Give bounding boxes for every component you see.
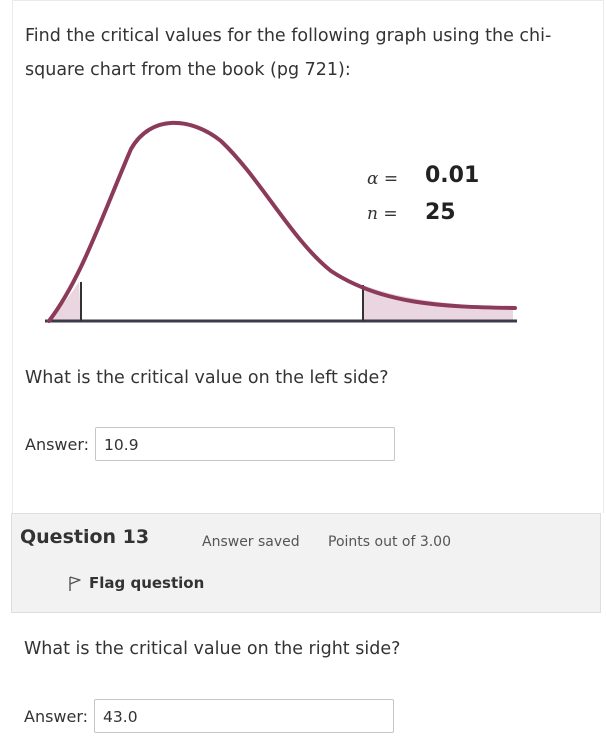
quiz-page: Find the critical values for the followi… bbox=[0, 0, 606, 756]
alpha-symbol: α = bbox=[367, 169, 398, 189]
question-prompt: Find the critical values for the followi… bbox=[25, 26, 552, 80]
question-13-info: Question 13 Answer saved Points out of 3… bbox=[11, 513, 601, 613]
answer-row-right: Answer: 43.0 bbox=[24, 697, 395, 735]
answer-input-left[interactable]: 10.9 bbox=[95, 427, 396, 461]
flag-question-label: Flag question bbox=[89, 574, 205, 592]
answer-input-right[interactable]: 43.0 bbox=[94, 699, 395, 733]
chi-square-graph: α = 0.01 n = 25 bbox=[45, 120, 517, 323]
n-symbol: n = bbox=[367, 204, 398, 224]
flag-icon bbox=[69, 576, 81, 591]
question-13-content: What is the critical value on the right … bbox=[12, 614, 602, 756]
question-number: Question 13 bbox=[20, 526, 150, 548]
alpha-value: 0.01 bbox=[425, 163, 479, 188]
answer-state: Answer saved bbox=[202, 534, 300, 550]
question-grade: Points out of 3.00 bbox=[328, 534, 451, 550]
answer-label: Answer: bbox=[24, 706, 89, 726]
right-critical-question: What is the critical value on the right … bbox=[24, 639, 401, 659]
left-critical-question: What is the critical value on the left s… bbox=[25, 368, 389, 388]
answer-row-left: Answer: 10.9 bbox=[25, 425, 396, 463]
question-12-content: Find the critical values for the followi… bbox=[12, 0, 604, 513]
answer-label: Answer: bbox=[25, 434, 90, 454]
flag-question-button[interactable]: Flag question bbox=[68, 574, 204, 592]
n-value: 25 bbox=[425, 200, 456, 225]
